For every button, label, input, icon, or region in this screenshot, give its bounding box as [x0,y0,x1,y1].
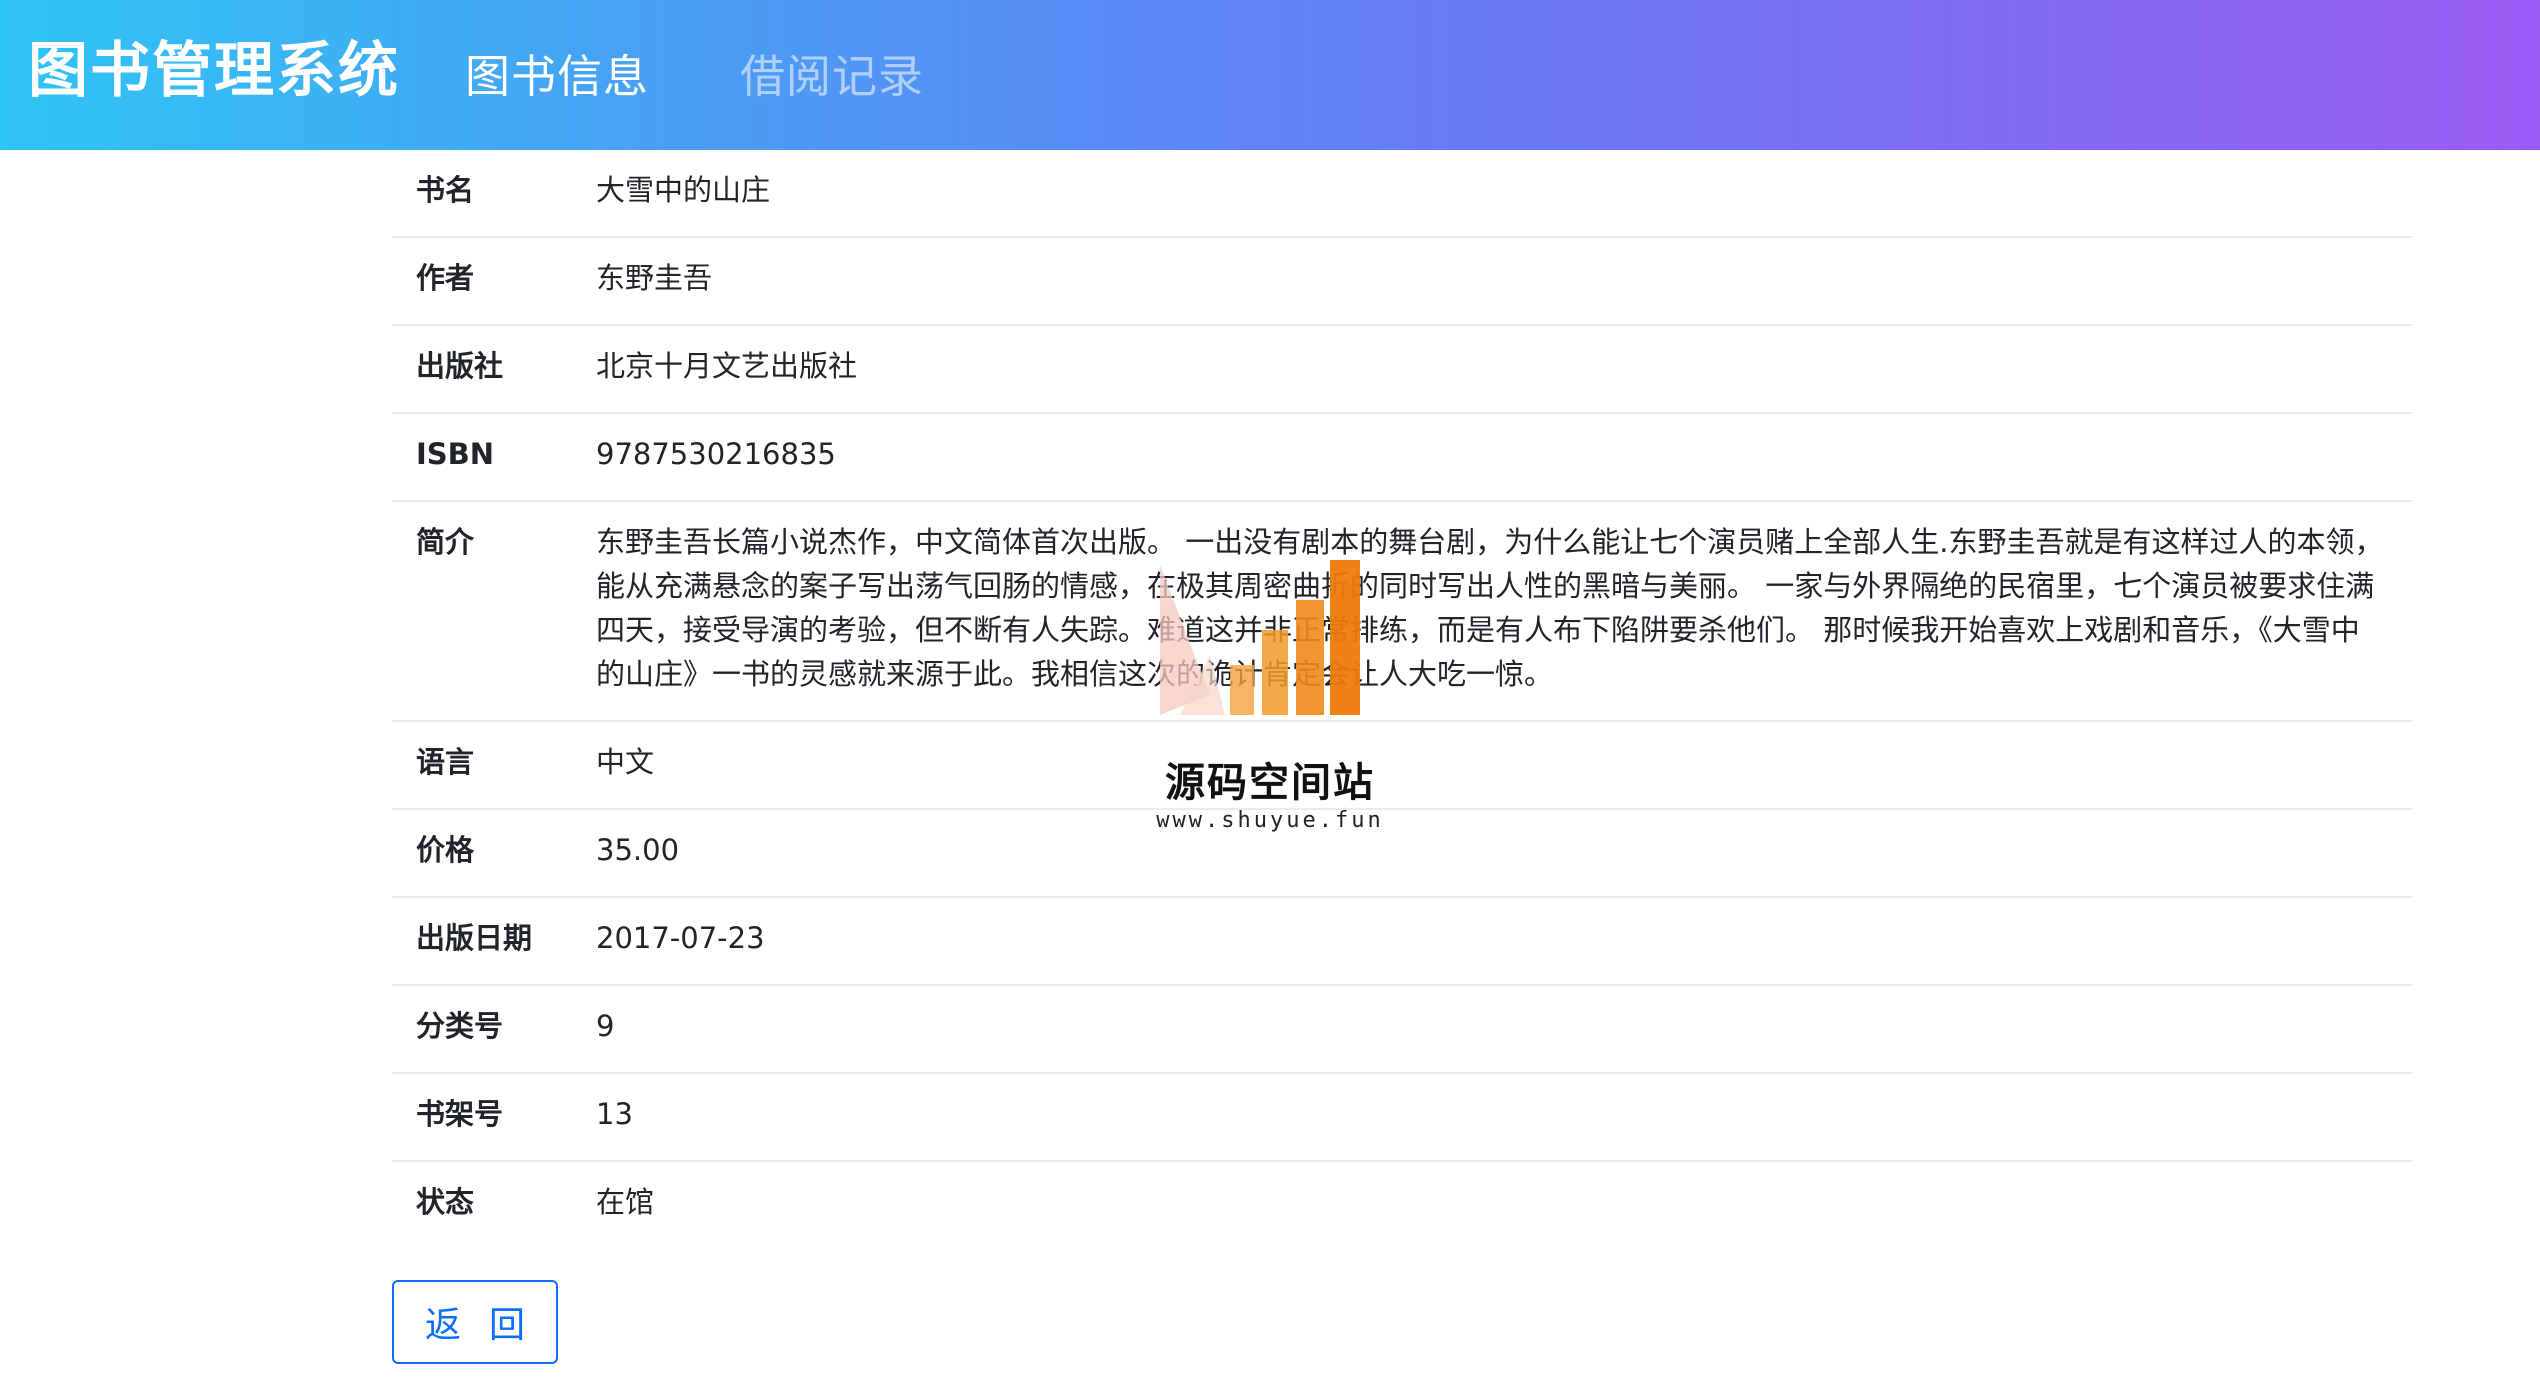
table-row: 简介 东野圭吾长篇小说杰作，中文简体首次出版。 一出没有剧本的舞台剧，为什么能让… [392,501,2412,721]
row-label-author: 作者 [416,261,475,295]
table-row: 书名 大雪中的山庄 [392,150,2412,237]
row-label-status: 状态 [416,1185,475,1219]
row-value-language: 中文 [596,745,655,779]
row-value-status: 在馆 [596,1185,655,1219]
row-value-price: 35.00 [596,833,680,867]
table-row: 书架号 13 [392,1073,2412,1161]
row-value-publisher: 北京十月文艺出版社 [596,349,858,383]
row-label-publish-date: 出版日期 [416,921,533,955]
row-value-summary: 东野圭吾长篇小说杰作，中文简体首次出版。 一出没有剧本的舞台剧，为什么能让七个演… [596,525,2384,691]
table-row: 作者 东野圭吾 [392,237,2412,325]
table-row: 分类号 9 [392,985,2412,1073]
table-row: 出版日期 2017-07-23 [392,897,2412,985]
row-label-price: 价格 [416,833,475,867]
nav-link-book-info[interactable]: 图书信息 [465,40,649,105]
row-label-isbn: ISBN [416,437,495,471]
app-brand[interactable]: 图书管理系统 [28,22,400,109]
row-label-category: 分类号 [416,1009,504,1043]
row-label-title: 书名 [416,173,475,207]
row-label-publisher: 出版社 [416,349,504,383]
table-row: 出版社 北京十月文艺出版社 [392,325,2412,413]
back-button[interactable]: 返回 [392,1280,558,1364]
row-value-title: 大雪中的山庄 [596,173,771,207]
table-row: 语言 中文 [392,721,2412,809]
row-label-language: 语言 [416,745,475,779]
nav-link-borrow-records[interactable]: 借阅记录 [740,40,924,105]
watermark-url: www.shuyue.fun [1156,808,1384,833]
watermark-title: 源码空间站 [1165,760,1375,806]
book-detail-table: 书名 大雪中的山庄 作者 东野圭吾 出版社 北京十月文艺出版社 ISBN 978… [392,150,2412,1248]
table-row: ISBN 9787530216835 [392,413,2412,501]
row-value-author: 东野圭吾 [596,261,713,295]
table-row: 价格 35.00 [392,809,2412,897]
book-detail-panel: 书名 大雪中的山庄 作者 东野圭吾 出版社 北京十月文艺出版社 ISBN 978… [392,150,2412,1248]
row-value-publish-date: 2017-07-23 [596,921,765,955]
top-navbar: 图书管理系统 图书信息 借阅记录 [0,0,2540,150]
row-value-isbn: 9787530216835 [596,437,836,471]
row-label-shelf: 书架号 [416,1097,504,1131]
row-value-shelf: 13 [596,1097,633,1131]
row-label-summary: 简介 [416,525,475,559]
table-row: 状态 在馆 [392,1161,2412,1248]
row-value-category: 9 [596,1009,615,1043]
